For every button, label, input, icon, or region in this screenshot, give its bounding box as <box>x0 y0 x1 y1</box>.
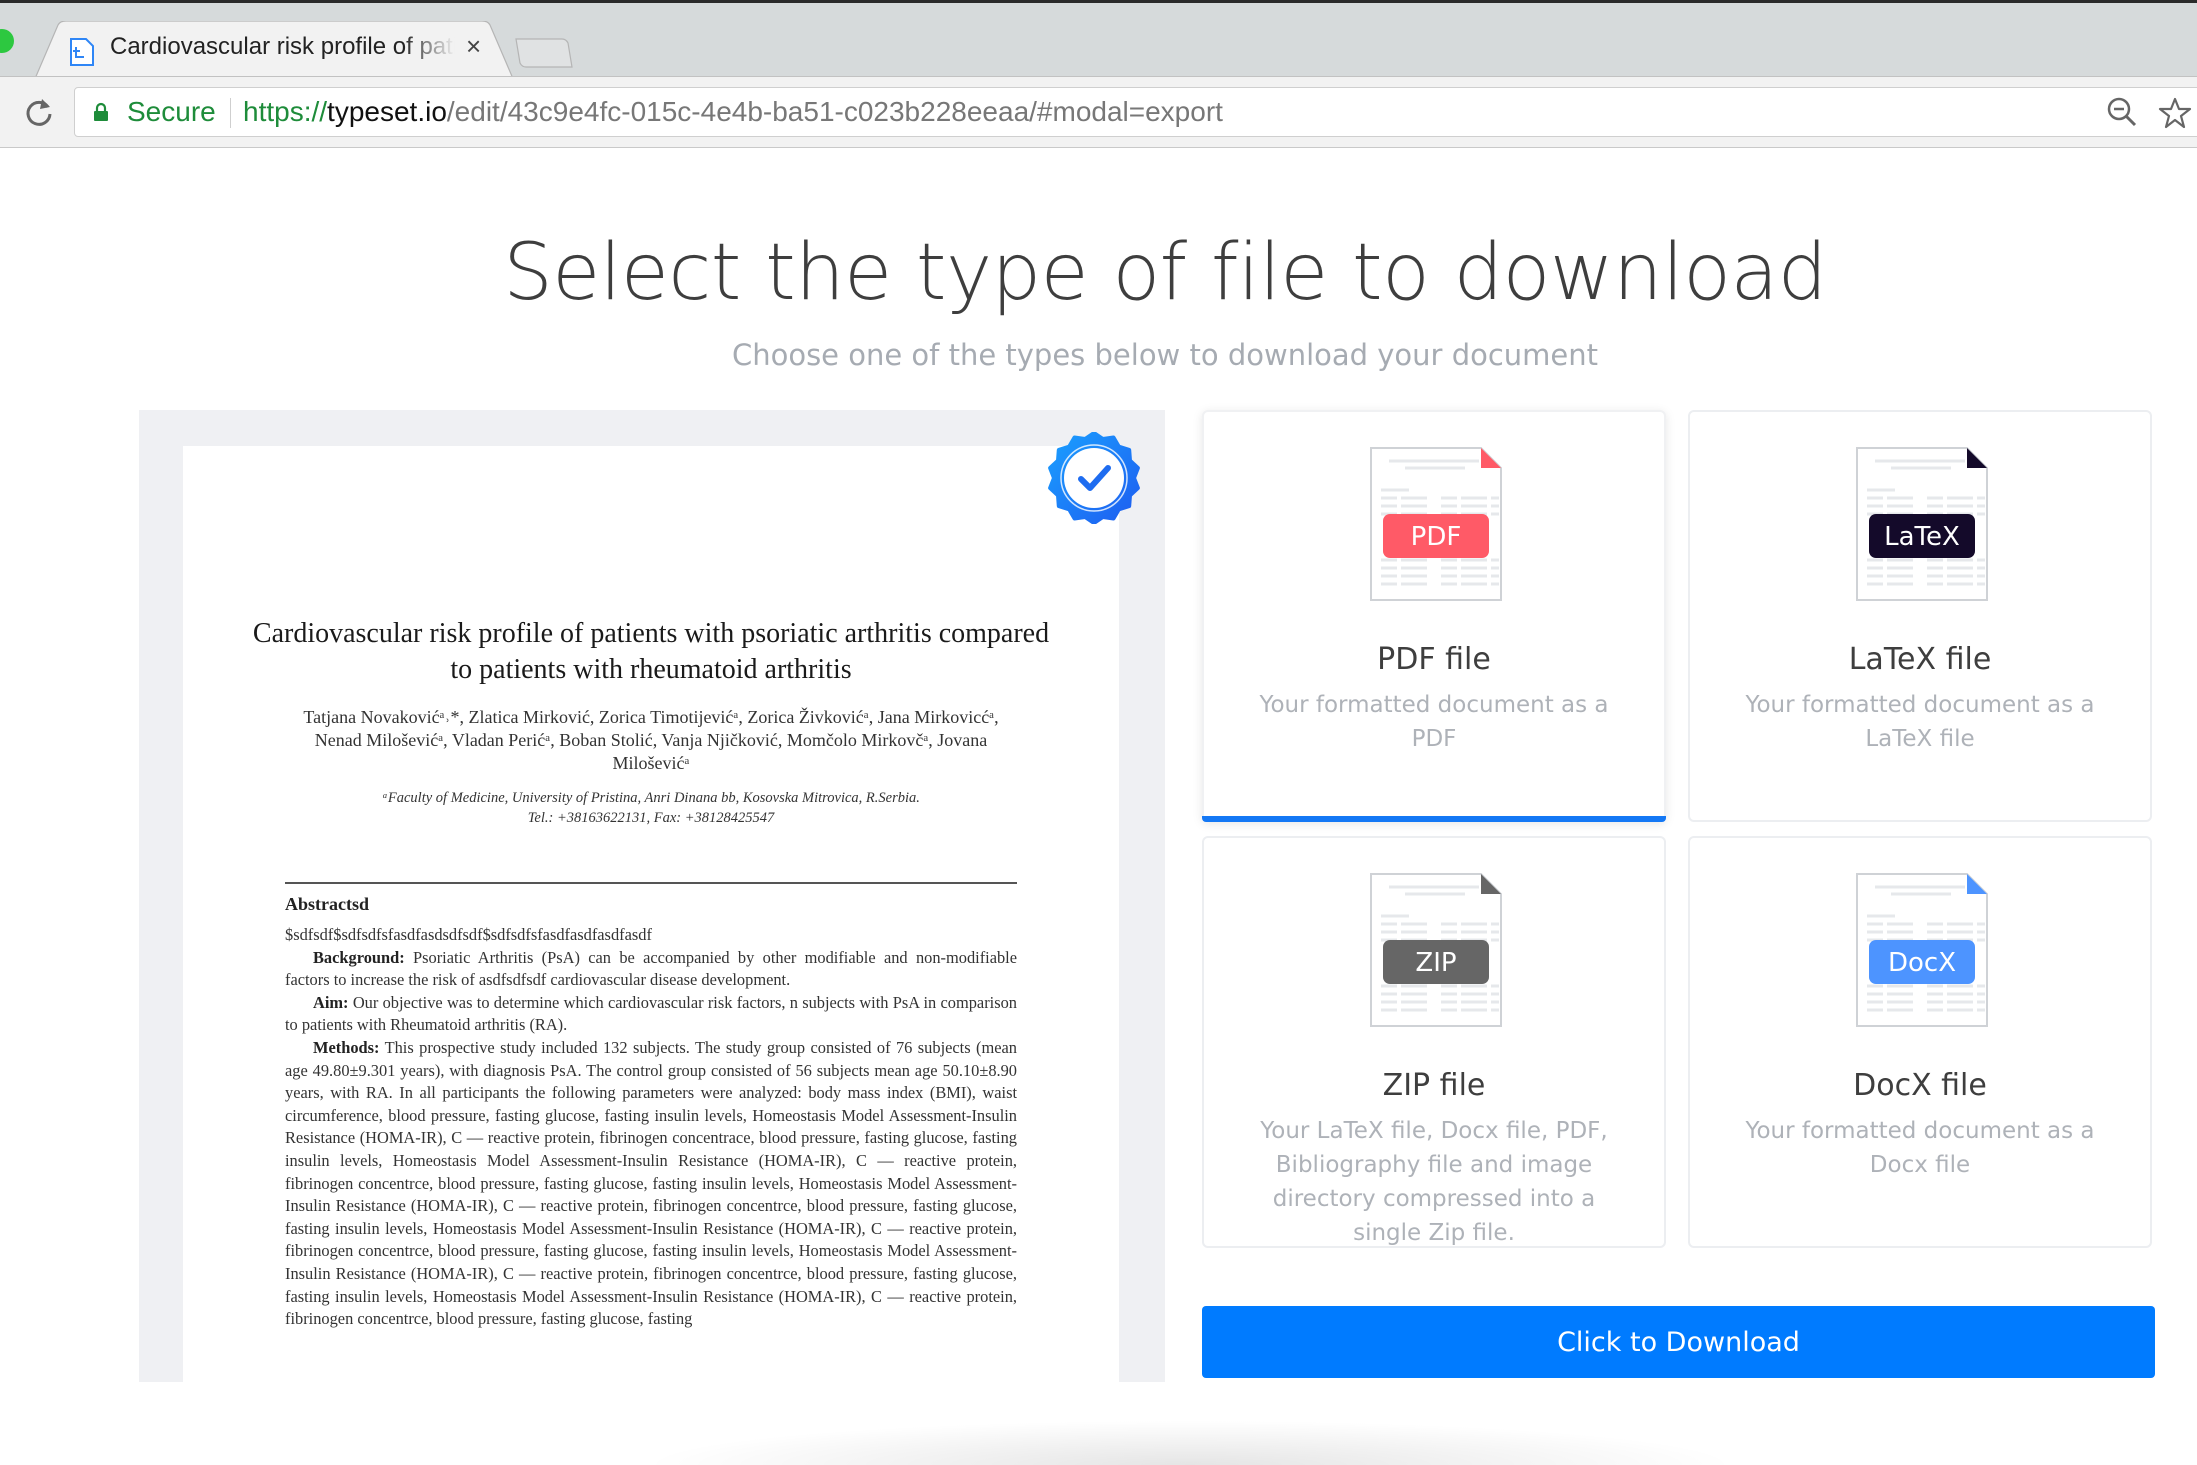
address-separator <box>230 98 231 128</box>
document-favicon-icon <box>70 38 94 66</box>
verified-check-icon <box>1048 432 1140 524</box>
methods-text: This prospective study included 132 subj… <box>285 1037 1017 1329</box>
tab-title: Cardiovascular risk profile of patients <box>110 33 455 60</box>
abstract-junk-line: $sdfsdf$sdfsdfsfasdfasdsdfsdf$sdfsdfsfas… <box>285 925 652 944</box>
latex-file-icon: LaTeX <box>1856 447 1988 601</box>
secure-label: Secure <box>127 96 216 127</box>
browser-toolbar: Secure https://typeset.io/edit/43c9e4fc-… <box>0 76 2197 148</box>
page-title: Select the type of file to download <box>503 228 1827 318</box>
affiliation-line: ᵃFaculty of Medicine, University of Pris… <box>382 790 920 806</box>
url-path: /edit/43c9e4fc-015c-4e4b-ba51-c023b228ee… <box>446 96 1223 127</box>
option-card-zip[interactable]: ZIP ZIP file Your LaTeX file, Docx file,… <box>1202 836 1666 1248</box>
option-card-pdf[interactable]: PDF PDF file Your formatted document as … <box>1202 410 1666 822</box>
aim-text: Our objective was to determine which car… <box>285 992 1017 1035</box>
option-title: PDF file <box>1377 642 1491 677</box>
option-description: Your formatted document as a Docx file <box>1745 1118 2095 1178</box>
file-corner <box>1481 448 1501 468</box>
abstract-heading: Abstractsd <box>285 894 369 914</box>
paper-title: Cardiovascular risk profile of patients … <box>252 618 1050 685</box>
option-title: ZIP file <box>1382 1068 1486 1103</box>
abstract-background: Background: Psoriatic Arthritis (PsA) ca… <box>285 947 1017 992</box>
url-scheme: https:// <box>243 96 328 127</box>
bookmark-star-icon[interactable] <box>2158 96 2192 130</box>
file-corner <box>1967 874 1987 894</box>
paper-affiliation: ᵃFaculty of Medicine, University of Pris… <box>273 788 1029 828</box>
paper-page: Cardiovascular risk profile of patients … <box>183 446 1119 1382</box>
abstract-body: $sdfsdf$sdfsdfsfasdfasdsdfsdf$sdfsdfsfas… <box>285 924 1017 1331</box>
new-tab-button[interactable] <box>514 37 574 69</box>
browser-tabstrip: Cardiovascular risk profile of patients … <box>0 0 2197 81</box>
option-description: Your formatted document as a PDF <box>1259 692 1609 752</box>
option-card-latex[interactable]: LaTeX LaTeX file Your formatted document… <box>1688 410 2152 822</box>
pdf-file-icon: PDF <box>1370 447 1502 601</box>
aim-label: Aim: <box>313 992 349 1012</box>
file-type-label: ZIP <box>1415 948 1456 978</box>
abstract-aim: Aim: Our objective was to determine whic… <box>285 992 1017 1037</box>
file-corner <box>1967 448 1987 468</box>
window-zoom-button[interactable] <box>0 29 14 53</box>
document-preview: Cardiovascular risk profile of patients … <box>139 410 1165 1382</box>
reload-icon[interactable] <box>22 95 56 129</box>
docx-file-icon: DocX <box>1856 873 1988 1027</box>
page-subtitle: Choose one of the types below to downloa… <box>731 338 1599 372</box>
option-description: Your LaTeX file, Docx file, PDF, Bibliog… <box>1260 1118 1608 1246</box>
abstract-methods: Methods: This prospective study included… <box>285 1037 1017 1331</box>
file-type-label: PDF <box>1411 522 1462 552</box>
url-text[interactable]: https://typeset.io/edit/43c9e4fc-015c-4e… <box>243 96 1223 128</box>
file-type-label: DocX <box>1888 948 1956 978</box>
divider <box>285 882 1017 884</box>
zip-file-icon: ZIP <box>1370 873 1502 1027</box>
zoom-out-icon[interactable] <box>2106 96 2138 128</box>
lock-icon <box>94 102 108 121</box>
background-label: Background: <box>313 947 405 967</box>
url-host: typeset.io <box>327 96 447 127</box>
option-card-docx[interactable]: DocX DocX file Your formatted document a… <box>1688 836 2152 1248</box>
tab-close-icon[interactable]: × <box>466 31 481 62</box>
download-button[interactable]: Click to Download <box>1202 1306 2155 1378</box>
file-corner <box>1481 874 1501 894</box>
contact-line: Tel.: +38163622131, Fax: +38128425547 <box>527 810 775 826</box>
file-type-label: LaTeX <box>1884 522 1960 552</box>
option-description: Your formatted document as a LaTeX file <box>1745 692 2095 752</box>
option-title: LaTeX file <box>1848 642 1992 677</box>
modal-shadow <box>640 1420 1740 1465</box>
paper-authors: Tatjana Novakovićᵃ˒*, Zlatica Mirković, … <box>303 707 999 773</box>
address-bar[interactable]: Secure https://typeset.io/edit/43c9e4fc-… <box>74 87 2197 137</box>
option-title: DocX file <box>1853 1068 1987 1103</box>
methods-label: Methods: <box>313 1037 380 1057</box>
